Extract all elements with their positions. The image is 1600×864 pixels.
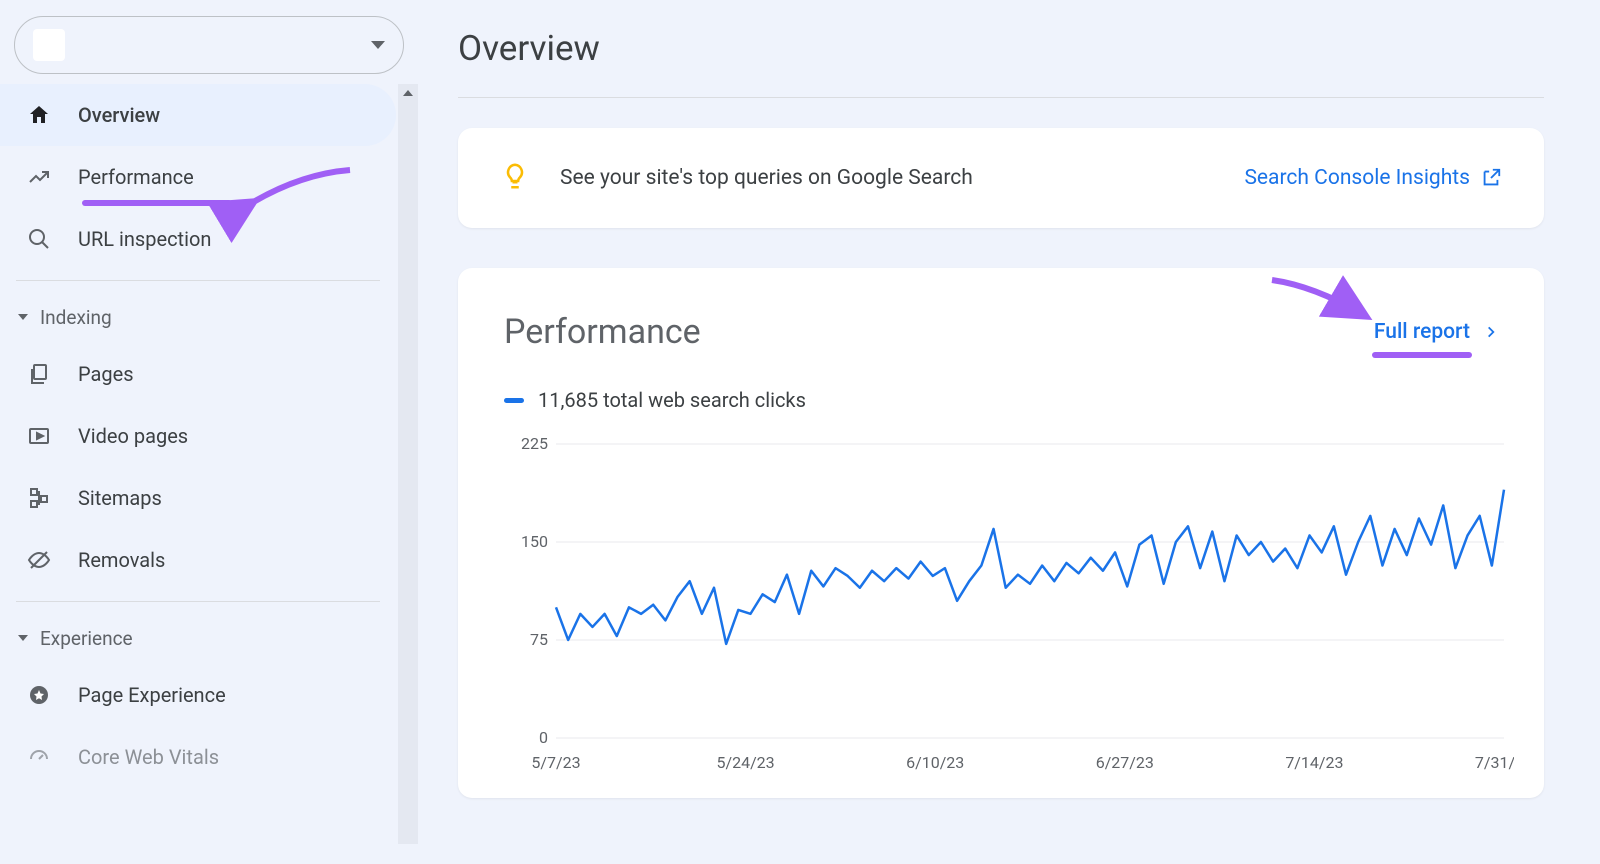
search-icon bbox=[26, 226, 52, 252]
svg-text:5/7/23: 5/7/23 bbox=[531, 753, 580, 772]
sidebar-item-label: Sitemaps bbox=[78, 486, 396, 510]
sidebar-item-label: Removals bbox=[78, 548, 396, 572]
sidebar-group-label: Indexing bbox=[40, 306, 112, 329]
removals-icon bbox=[26, 547, 52, 573]
title-divider bbox=[458, 97, 1544, 98]
lightbulb-icon bbox=[500, 161, 530, 195]
property-favicon bbox=[33, 29, 65, 61]
sidebar-group-label: Experience bbox=[40, 627, 133, 650]
link-label: Search Console Insights bbox=[1244, 166, 1470, 190]
trend-icon bbox=[26, 164, 52, 190]
sidebar-divider bbox=[16, 280, 380, 281]
property-picker[interactable] bbox=[14, 16, 404, 74]
chart-legend: 11,685 total web search clicks bbox=[504, 388, 1498, 412]
sidebar-item-label: Video pages bbox=[78, 424, 396, 448]
chevron-right-icon bbox=[1484, 321, 1498, 343]
search-console-insights-link[interactable]: Search Console Insights bbox=[1244, 166, 1502, 190]
sidebar-item-video-pages[interactable]: Video pages bbox=[0, 405, 396, 467]
speed-icon bbox=[26, 744, 52, 770]
pages-icon bbox=[26, 361, 52, 387]
svg-text:75: 75 bbox=[530, 630, 548, 649]
svg-text:6/27/23: 6/27/23 bbox=[1096, 753, 1154, 772]
sidebar-item-performance[interactable]: Performance bbox=[0, 146, 396, 208]
sidebar-item-label: Performance bbox=[78, 165, 396, 189]
sidebar-item-overview[interactable]: Overview bbox=[0, 84, 396, 146]
svg-text:225: 225 bbox=[521, 438, 548, 453]
sidebar-item-label: Pages bbox=[78, 362, 396, 386]
sidebar-nav: Overview Performance URL inspection Inde… bbox=[0, 84, 418, 788]
sidebar-item-page-experience[interactable]: Page Experience bbox=[0, 664, 396, 726]
sidebar-item-url-inspection[interactable]: URL inspection bbox=[0, 208, 396, 270]
home-icon bbox=[26, 102, 52, 128]
legend-label: 11,685 total web search clicks bbox=[538, 388, 806, 412]
svg-text:6/10/23: 6/10/23 bbox=[906, 753, 964, 772]
sitemap-icon bbox=[26, 485, 52, 511]
full-report-link[interactable]: Full report bbox=[1374, 320, 1498, 344]
insights-card: See your site's top queries on Google Se… bbox=[458, 128, 1544, 228]
sidebar: Overview Performance URL inspection Inde… bbox=[0, 0, 418, 864]
insights-text: See your site's top queries on Google Se… bbox=[560, 166, 1214, 190]
sidebar-item-label: URL inspection bbox=[78, 227, 396, 251]
sidebar-scrollbar[interactable] bbox=[398, 84, 418, 844]
sidebar-divider bbox=[16, 601, 380, 602]
sidebar-group-experience[interactable]: Experience bbox=[0, 612, 396, 664]
sidebar-item-core-web-vitals[interactable]: Core Web Vitals bbox=[0, 726, 396, 788]
annotation-underline bbox=[82, 200, 232, 206]
link-label: Full report bbox=[1374, 320, 1470, 344]
video-icon bbox=[26, 423, 52, 449]
sidebar-item-label: Page Experience bbox=[78, 683, 396, 707]
sidebar-item-removals[interactable]: Removals bbox=[0, 529, 396, 591]
sidebar-item-label: Core Web Vitals bbox=[78, 745, 396, 769]
svg-text:5/24/23: 5/24/23 bbox=[717, 753, 775, 772]
sidebar-item-sitemaps[interactable]: Sitemaps bbox=[0, 467, 396, 529]
svg-text:0: 0 bbox=[539, 728, 548, 747]
main-content: Overview See your site's top queries on … bbox=[418, 0, 1600, 864]
performance-card-title: Performance bbox=[504, 312, 701, 352]
chevron-down-icon bbox=[18, 314, 28, 320]
svg-text:7/14/23: 7/14/23 bbox=[1285, 753, 1343, 772]
chevron-down-icon bbox=[371, 41, 385, 49]
badge-icon bbox=[26, 682, 52, 708]
sidebar-item-pages[interactable]: Pages bbox=[0, 343, 396, 405]
sidebar-item-label: Overview bbox=[78, 103, 396, 127]
sidebar-group-indexing[interactable]: Indexing bbox=[0, 291, 396, 343]
svg-text:7/31/23: 7/31/23 bbox=[1475, 753, 1514, 772]
chevron-down-icon bbox=[18, 635, 28, 641]
annotation-underline bbox=[1372, 352, 1472, 358]
scroll-up-icon bbox=[403, 90, 413, 96]
legend-swatch bbox=[504, 398, 524, 403]
performance-card: Performance Full report 11,685 total web… bbox=[458, 268, 1544, 798]
external-link-icon bbox=[1480, 167, 1502, 189]
performance-chart: 0 75 150 225 5/7/23 5/24/23 6/10/23 6/27/23 7/14… bbox=[514, 438, 1498, 778]
page-title: Overview bbox=[458, 28, 1544, 69]
svg-text:150: 150 bbox=[521, 532, 548, 551]
